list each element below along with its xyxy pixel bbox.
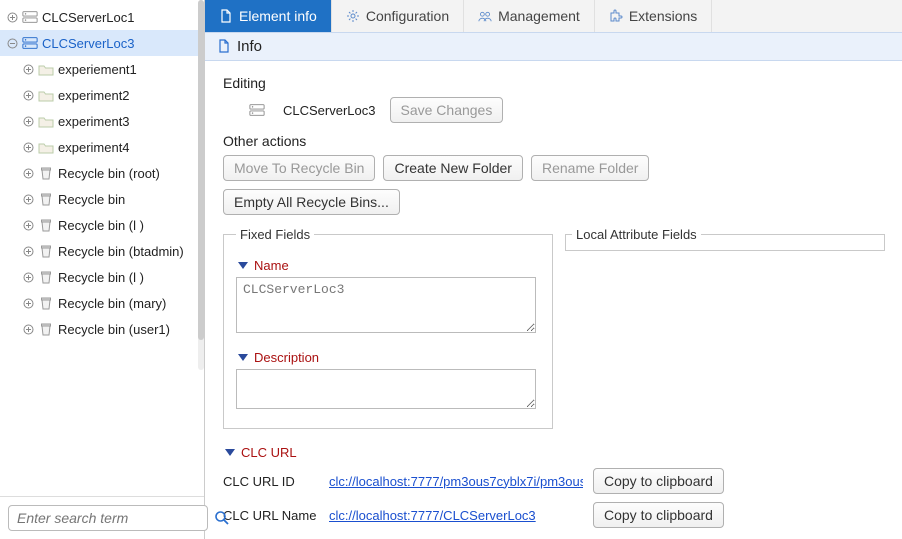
expand-icon[interactable] <box>22 167 34 179</box>
save-button[interactable]: Save Changes <box>390 97 504 123</box>
folder-icon <box>38 140 54 154</box>
server-icon <box>22 36 38 50</box>
tree-node-label: experiment4 <box>58 140 130 155</box>
tree-node[interactable]: Recycle bin <box>0 186 204 212</box>
clc-url-name-label: CLC URL Name <box>223 508 319 523</box>
bin-icon <box>38 166 54 180</box>
expand-icon[interactable] <box>22 193 34 205</box>
bin-icon <box>38 270 54 284</box>
tree-node-label: experiement1 <box>58 62 137 77</box>
clc-url-name-link[interactable]: clc://localhost:7777/CLCServerLoc3 <box>329 508 583 523</box>
editing-label: Editing <box>223 75 885 91</box>
copy-url-id-button[interactable]: Copy to clipboard <box>593 468 724 494</box>
tree-node-label: Recycle bin (mary) <box>58 296 166 311</box>
info-header: Info <box>237 38 262 55</box>
collapse-icon[interactable] <box>6 37 18 49</box>
tree-node-label: Recycle bin (user1) <box>58 322 170 337</box>
doc-icon <box>217 39 231 53</box>
tree-node-label: Recycle bin (l ) <box>58 218 144 233</box>
tab-label: Management <box>498 8 580 24</box>
folder-icon <box>38 62 54 76</box>
expand-icon[interactable] <box>22 141 34 153</box>
expand-icon[interactable] <box>22 245 34 257</box>
description-input[interactable] <box>236 369 536 409</box>
tree-node[interactable]: Recycle bin (user1) <box>0 316 204 342</box>
expand-icon[interactable] <box>22 323 34 335</box>
puzzle-icon <box>609 9 623 23</box>
chevron-down-icon[interactable] <box>238 262 248 269</box>
description-field-label: Description <box>254 350 319 365</box>
server-icon <box>249 103 265 117</box>
users-icon <box>478 9 492 23</box>
tree-node-label: Recycle bin (btadmin) <box>58 244 184 259</box>
tree-node[interactable]: Recycle bin (l ) <box>0 264 204 290</box>
tree-node[interactable]: Recycle bin (mary) <box>0 290 204 316</box>
local-fields-legend: Local Attribute Fields <box>572 227 701 242</box>
expand-icon[interactable] <box>22 271 34 283</box>
move-recycle-button[interactable]: Move To Recycle Bin <box>223 155 375 181</box>
name-input[interactable] <box>236 277 536 333</box>
rename-folder-button[interactable]: Rename Folder <box>531 155 650 181</box>
folder-icon <box>38 88 54 102</box>
expand-icon[interactable] <box>22 297 34 309</box>
tree-node[interactable]: experiement1 <box>0 56 204 82</box>
tab-label: Extensions <box>629 8 697 24</box>
expand-icon[interactable] <box>6 11 18 23</box>
empty-recycle-button[interactable]: Empty All Recycle Bins... <box>223 189 400 215</box>
tree-node[interactable]: experiment2 <box>0 82 204 108</box>
tree-node[interactable]: Recycle bin (btadmin) <box>0 238 204 264</box>
bin-icon <box>38 192 54 206</box>
tree-node[interactable]: CLCServerLoc1 <box>0 4 204 30</box>
tab-extensions[interactable]: Extensions <box>595 0 712 32</box>
chevron-down-icon[interactable] <box>225 449 235 456</box>
expand-icon[interactable] <box>22 89 34 101</box>
tree-node-label: Recycle bin <box>58 192 125 207</box>
tab-label: Configuration <box>366 8 449 24</box>
bin-icon <box>38 244 54 258</box>
local-attribute-fields: Local Attribute Fields <box>565 227 885 251</box>
folder-icon <box>38 114 54 128</box>
copy-url-name-button[interactable]: Copy to clipboard <box>593 502 724 528</box>
bin-icon <box>38 322 54 336</box>
editing-name: CLCServerLoc3 <box>283 103 376 118</box>
tab-element-info[interactable]: Element info <box>205 0 332 32</box>
tab-configuration[interactable]: Configuration <box>332 0 464 32</box>
chevron-down-icon[interactable] <box>238 354 248 361</box>
tree-node-label: experiment3 <box>58 114 130 129</box>
tab-label: Element info <box>239 8 317 24</box>
clc-url-id-link[interactable]: clc://localhost:7777/pm3ous7cyblx7i/pm3o… <box>329 474 583 489</box>
tree-node-label: Recycle bin (l ) <box>58 270 144 285</box>
bin-icon <box>38 296 54 310</box>
expand-icon[interactable] <box>22 115 34 127</box>
tree-node[interactable]: experiment4 <box>0 134 204 160</box>
server-icon <box>22 10 38 24</box>
tree-node[interactable]: Recycle bin (l ) <box>0 212 204 238</box>
tab-management[interactable]: Management <box>464 0 595 32</box>
tree-node[interactable]: Recycle bin (root) <box>0 160 204 186</box>
expand-icon[interactable] <box>22 219 34 231</box>
tree-node-label: CLCServerLoc3 <box>42 36 135 51</box>
bin-icon <box>38 218 54 232</box>
clc-url-id-label: CLC URL ID <box>223 474 319 489</box>
name-field-label: Name <box>254 258 289 273</box>
tree-node-label: experiment2 <box>58 88 130 103</box>
create-folder-button[interactable]: Create New Folder <box>383 155 523 181</box>
tree-node-label: Recycle bin (root) <box>58 166 160 181</box>
scrollbar[interactable] <box>198 0 204 370</box>
tree-node[interactable]: experiment3 <box>0 108 204 134</box>
clc-url-section-label: CLC URL <box>241 445 297 460</box>
search-input[interactable] <box>8 505 208 531</box>
fixed-fields-legend: Fixed Fields <box>236 227 314 242</box>
doc-icon <box>219 9 233 23</box>
other-actions-label: Other actions <box>223 133 885 149</box>
tree-node[interactable]: CLCServerLoc3 <box>0 30 204 56</box>
search-icon[interactable] <box>214 509 230 527</box>
expand-icon[interactable] <box>22 63 34 75</box>
gear-icon <box>346 9 360 23</box>
tree-node-label: CLCServerLoc1 <box>42 10 135 25</box>
fixed-fields: Fixed Fields Name Description <box>223 227 553 429</box>
